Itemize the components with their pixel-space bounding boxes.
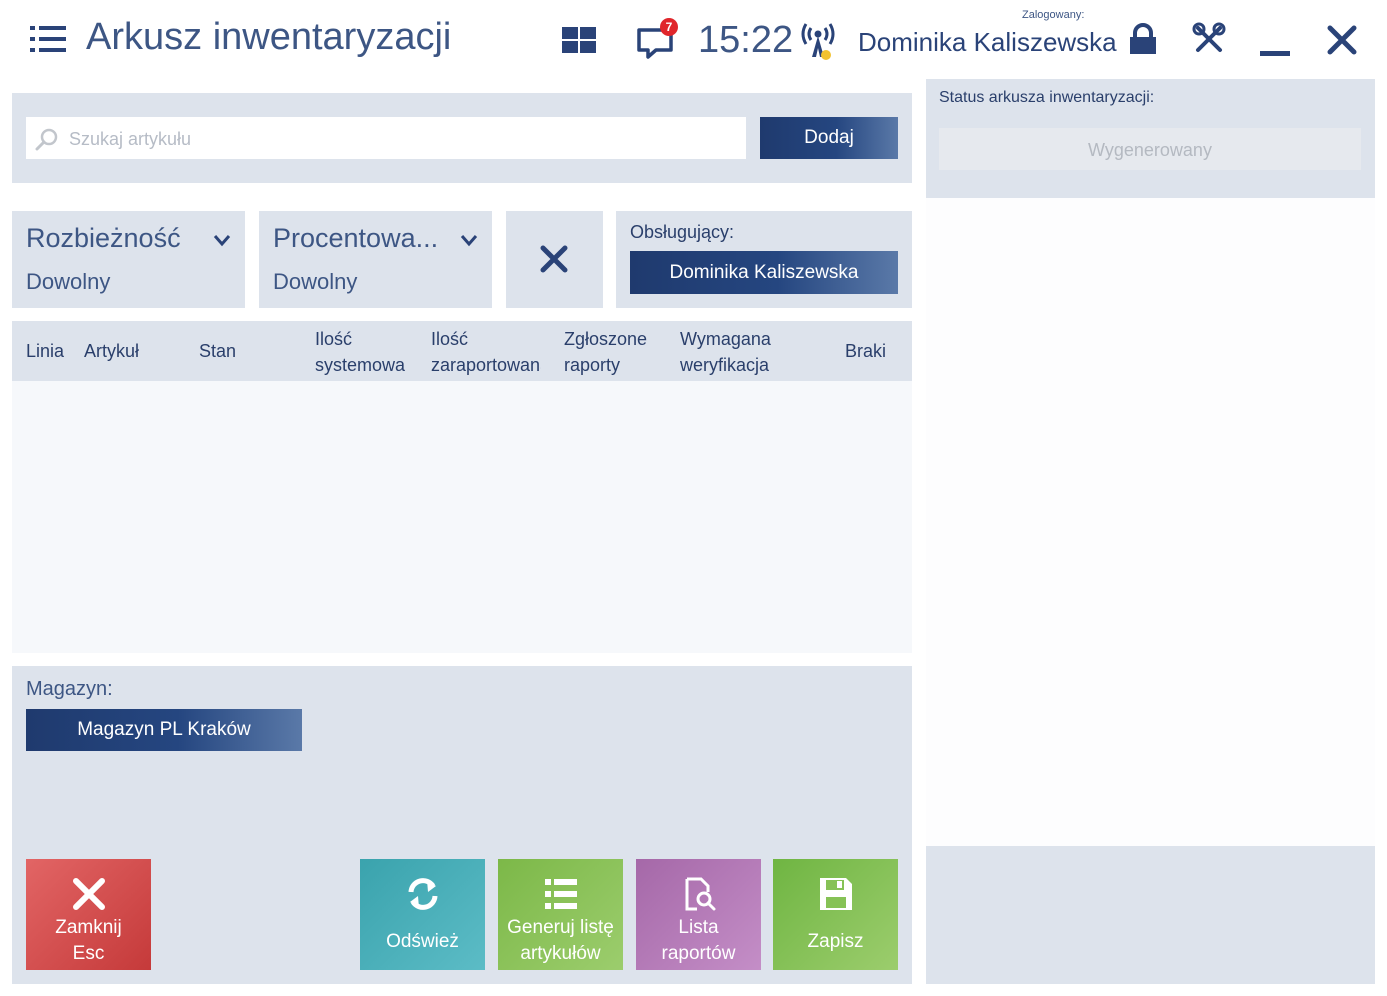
status-value-field: Wygenerowany [939, 128, 1361, 170]
minimize-icon[interactable] [1260, 24, 1290, 56]
floppy-disk-icon [820, 878, 852, 910]
settings-tools-icon[interactable] [1192, 22, 1226, 56]
column-header-line[interactable]: Linia [26, 338, 78, 364]
close-icon [73, 878, 105, 910]
table-body[interactable] [12, 381, 912, 653]
close-button[interactable]: Zamknij Esc [26, 859, 151, 970]
filter-value: Dowolny [273, 269, 358, 294]
add-button[interactable]: Dodaj [760, 117, 898, 159]
generate-list-button[interactable]: Generuj listę artykułów [498, 859, 623, 970]
chevron-down-icon [213, 235, 231, 247]
column-header-reports[interactable]: Zgłoszone raporty [564, 326, 664, 378]
search-input[interactable]: Szukaj artykułu [26, 117, 746, 159]
close-window-icon[interactable] [1326, 24, 1358, 56]
warehouse-button[interactable]: Magazyn PL Kraków [26, 709, 302, 751]
clear-filters-button[interactable] [506, 211, 603, 308]
operator-button[interactable]: Dominika Kaliszewska [630, 251, 898, 294]
connection-signal-icon [799, 20, 837, 62]
logged-in-label: Zalogowany: [1022, 9, 1085, 21]
refresh-button[interactable]: Odśwież [360, 859, 485, 970]
lock-icon[interactable] [1127, 22, 1159, 56]
warehouse-label: Magazyn: [26, 678, 113, 700]
reports-list-button[interactable]: Lista raportów [636, 859, 761, 970]
search-placeholder: Szukaj artykułu [69, 129, 192, 149]
save-button[interactable]: Zapisz [773, 859, 898, 970]
document-search-icon [685, 877, 716, 911]
search-icon [35, 128, 58, 151]
details-area [926, 198, 1375, 846]
list-icon [545, 879, 577, 909]
hamburger-menu-icon[interactable] [30, 26, 66, 52]
column-header-reported-qty[interactable]: Ilość zaraportowana [431, 326, 541, 378]
refresh-icon [408, 878, 438, 910]
tiles-view-icon[interactable] [562, 27, 596, 53]
column-header-state[interactable]: Stan [199, 338, 289, 364]
filter-percentage[interactable]: Procentowa... Dowolny [259, 211, 492, 308]
filter-title: Rozbieżność [26, 223, 181, 253]
chevron-down-icon [460, 235, 478, 247]
filter-value: Dowolny [26, 269, 111, 294]
filter-title: Procentowa... [273, 223, 439, 253]
right-footer-panel [926, 846, 1375, 984]
column-header-article[interactable]: Artykuł [84, 338, 184, 364]
filter-discrepancy[interactable]: Rozbieżność Dowolny [12, 211, 245, 308]
app-header: Arkusz inwentaryzacji 7 15:22 Zalogowany… [0, 0, 1387, 80]
notification-count-badge: 7 [660, 18, 678, 36]
clear-x-icon [540, 245, 568, 273]
page-title: Arkusz inwentaryzacji [86, 16, 452, 58]
column-header-system-qty[interactable]: Ilość systemowa [315, 326, 407, 378]
operator-label: Obsługujący: [630, 222, 735, 242]
status-label: Status arkusza inwentaryzacji: [939, 89, 1155, 106]
column-header-shortages[interactable]: Braki [845, 338, 905, 364]
logged-user-name: Dominika Kaliszewska [858, 27, 1117, 57]
table-header: Linia Artykuł Stan Ilość systemowa Ilość z… [12, 321, 912, 381]
column-header-verification[interactable]: Wymagana weryfikacja [680, 326, 772, 378]
clock: 15:22 [698, 19, 794, 61]
